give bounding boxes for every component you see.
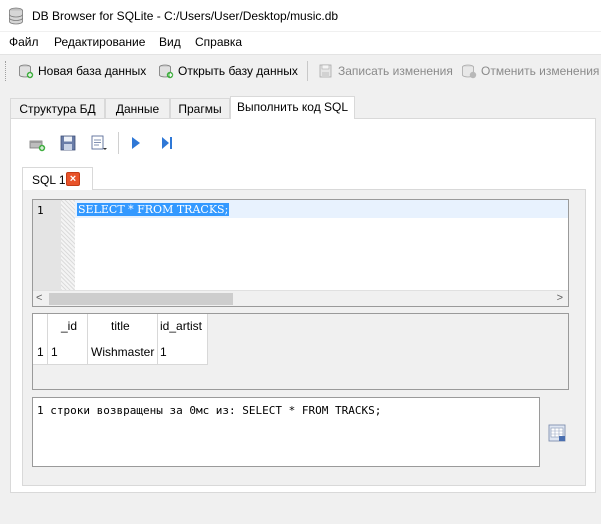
sql-toolbar-separator bbox=[118, 132, 119, 154]
database-icon bbox=[9, 7, 23, 25]
save-sql-icon[interactable] bbox=[59, 134, 77, 152]
fold-margin bbox=[61, 200, 75, 290]
menu-view[interactable]: Вид bbox=[159, 35, 181, 49]
write-changes-icon bbox=[319, 64, 332, 78]
toolbar-separator bbox=[307, 61, 308, 81]
column-header-id[interactable]: _id bbox=[61, 319, 77, 333]
tab-structure[interactable]: Структура БД bbox=[10, 98, 105, 118]
new-database-button[interactable]: Новая база данных bbox=[18, 60, 146, 82]
execute-all-icon[interactable] bbox=[127, 134, 145, 152]
open-database-button[interactable]: Открыть базу данных bbox=[158, 60, 298, 82]
grid-line bbox=[207, 314, 208, 364]
tab-pragmas[interactable]: Прагмы bbox=[170, 98, 230, 118]
menu-bar: Файл Редактирование Вид Справка bbox=[0, 32, 601, 54]
grid-line bbox=[157, 314, 158, 364]
results-grid[interactable]: _id title id_artist 1 1 Wishmaster 1 bbox=[32, 313, 569, 390]
main-toolbar: Новая база данных Открыть базу данных За… bbox=[0, 54, 601, 86]
line-number: 1 bbox=[37, 204, 44, 217]
scroll-left-arrow-icon[interactable]: < bbox=[36, 292, 42, 304]
execute-line-icon[interactable] bbox=[158, 134, 176, 152]
revert-changes-icon bbox=[462, 64, 477, 79]
scroll-right-arrow-icon[interactable]: > bbox=[557, 292, 563, 304]
scrollbar-thumb[interactable] bbox=[49, 293, 233, 305]
new-database-label: Новая база данных bbox=[38, 64, 147, 78]
query-status-message: 1 строки возвращены за 0мс из: SELECT * … bbox=[37, 404, 382, 417]
revert-changes-button[interactable]: Отменить изменения bbox=[461, 60, 599, 82]
column-header-id-artist[interactable]: id_artist bbox=[160, 319, 202, 333]
menu-edit[interactable]: Редактирование bbox=[54, 35, 145, 49]
column-header-title[interactable]: title bbox=[111, 319, 130, 333]
open-database-label: Открыть базу данных bbox=[178, 64, 298, 78]
export-results-icon[interactable] bbox=[547, 423, 567, 443]
sql-editor-tab[interactable]: SQL 1 × bbox=[22, 167, 93, 190]
table-cell[interactable]: 1 bbox=[160, 345, 167, 359]
row-header[interactable]: 1 bbox=[37, 345, 44, 359]
toolbar-grip[interactable] bbox=[5, 61, 8, 81]
line-number-gutter: 1 bbox=[33, 200, 61, 290]
write-changes-label: Записать изменения bbox=[338, 64, 453, 78]
title-bar: DB Browser for SQLite - C:/Users/User/De… bbox=[0, 0, 601, 32]
sql-code-text[interactable]: SELECT * FROM TRACKS; bbox=[77, 203, 230, 216]
revert-changes-label: Отменить изменения bbox=[481, 64, 600, 78]
query-message-box[interactable]: 1 строки возвращены за 0мс из: SELECT * … bbox=[32, 397, 540, 467]
close-tab-icon[interactable]: × bbox=[66, 172, 80, 186]
table-cell[interactable]: 1 bbox=[51, 345, 58, 359]
grid-line bbox=[47, 314, 48, 364]
open-tab-icon[interactable] bbox=[28, 135, 46, 153]
new-database-icon bbox=[19, 64, 34, 79]
sql-file-menu-icon[interactable] bbox=[90, 134, 108, 152]
grid-line bbox=[33, 364, 208, 365]
tab-data[interactable]: Данные bbox=[105, 98, 170, 118]
window-title: DB Browser for SQLite - C:/Users/User/De… bbox=[32, 9, 339, 23]
open-database-icon bbox=[159, 64, 174, 79]
menu-file[interactable]: Файл bbox=[9, 35, 39, 49]
menu-help[interactable]: Справка bbox=[195, 35, 242, 49]
grid-line bbox=[87, 314, 88, 364]
results-table: _id title id_artist 1 1 Wishmaster 1 bbox=[33, 314, 208, 365]
tab-execute-sql[interactable]: Выполнить код SQL bbox=[230, 96, 355, 119]
write-changes-button[interactable]: Записать изменения bbox=[318, 60, 453, 82]
sql-tab-label: SQL 1 bbox=[32, 173, 66, 187]
table-cell[interactable]: Wishmaster bbox=[91, 345, 154, 359]
editor-horizontal-scrollbar[interactable]: < > bbox=[33, 290, 568, 306]
sql-editor[interactable]: 1 SELECT * FROM TRACKS; < > bbox=[32, 199, 569, 307]
